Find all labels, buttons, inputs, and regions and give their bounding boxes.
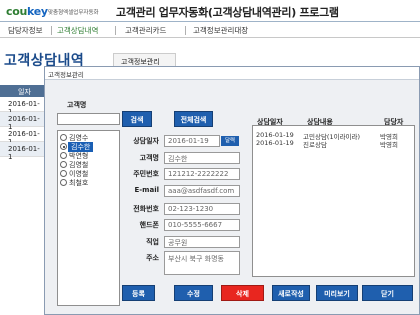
- search-button[interactable]: 검색: [122, 111, 152, 127]
- dialog-title: 고객정보관리: [48, 71, 84, 79]
- radio-button[interactable]: [60, 179, 67, 186]
- radio-button-selected[interactable]: [60, 143, 67, 150]
- register-button[interactable]: 등록: [122, 285, 155, 301]
- dialog-titlebar[interactable]: 고객정보관리: [45, 67, 419, 80]
- logo-tagline: 맞춤형엑셀업무자동화: [48, 10, 99, 16]
- new-write-button[interactable]: 새로작성: [272, 285, 310, 301]
- consult-date-label: 상담일자: [133, 137, 159, 145]
- customer-info-dialog: 고객정보관리 고객명 김영수 김수한 박연형 김영철 이영철 최철호 검색 전체…: [44, 66, 420, 315]
- nav-item-customer-ledger[interactable]: 고객정보관리대장: [193, 25, 248, 36]
- consult-history-grid[interactable]: 2016-01-19 고민상담(1이라이라) 박영희 2016-01-19 진로…: [252, 125, 415, 277]
- radio-button[interactable]: [60, 152, 67, 159]
- address-label: 주소: [146, 254, 159, 262]
- app-header: coukey 맞춤형엑셀업무자동화 고객관리 업무자동화(고객상담내역관리) 프…: [0, 0, 420, 22]
- preview-button[interactable]: 미리보기: [316, 285, 358, 301]
- nav-item-customer-card[interactable]: 고객관리카드: [125, 25, 166, 36]
- nav-bar: 담당자정보 고객상담내역 고객관리카드 고객정보관리대장: [0, 22, 420, 38]
- calendar-button[interactable]: 달력: [221, 136, 239, 146]
- radio-button[interactable]: [60, 161, 67, 168]
- delete-button[interactable]: 삭제: [221, 285, 264, 301]
- mobile-label: 핸드폰: [139, 221, 159, 229]
- nav-divider: [185, 26, 186, 35]
- email-label: E-mail: [134, 186, 159, 194]
- customer-name-label: 고객명: [139, 154, 159, 162]
- mobile-field[interactable]: 010-5555-6667: [164, 219, 240, 231]
- table-row[interactable]: 2016-01-1: [0, 97, 44, 116]
- address-field[interactable]: 부산시 북구 화명동: [164, 251, 240, 275]
- app-title: 고객관리 업무자동화(고객상담내역관리) 프로그램: [116, 6, 339, 19]
- history-cell-manager[interactable]: 박영희: [380, 139, 398, 149]
- coukey-logo: coukey: [6, 5, 48, 18]
- table-row[interactable]: 2016-01-1: [0, 127, 44, 146]
- history-cell-date[interactable]: 2016-01-19: [256, 139, 294, 147]
- customer-list-label: 고객명: [67, 101, 87, 109]
- all-search-button[interactable]: 전체검색: [174, 111, 213, 127]
- table-row[interactable]: 2016-01-1: [0, 112, 44, 131]
- customer-name-field[interactable]: 김수한: [164, 152, 240, 164]
- list-item[interactable]: 최철호: [60, 178, 118, 188]
- phone-field[interactable]: 02-123-1230: [164, 203, 240, 215]
- radio-button[interactable]: [60, 134, 67, 141]
- phone-label: 전화번호: [133, 205, 159, 213]
- email-field[interactable]: aaa@asdfasdf.com: [164, 185, 240, 197]
- nav-item-manager-info[interactable]: 담당자정보: [8, 25, 43, 36]
- job-field[interactable]: 공무원: [164, 236, 240, 248]
- history-cell-date[interactable]: 2016-01-19: [256, 131, 294, 139]
- resident-number-field[interactable]: 121212-2222222: [164, 168, 240, 180]
- job-label: 직업: [146, 238, 159, 246]
- radio-button[interactable]: [60, 170, 67, 177]
- customer-search-input[interactable]: [57, 113, 120, 125]
- customer-list[interactable]: 김영수 김수한 박연형 김영철 이영철 최철호: [57, 130, 120, 306]
- history-cell-content[interactable]: 진로상담: [303, 139, 327, 149]
- resident-number-label: 주민번호: [133, 170, 159, 178]
- close-button[interactable]: 닫기: [362, 285, 413, 301]
- edit-button[interactable]: 수정: [174, 285, 213, 301]
- consult-date-field[interactable]: 2016-01-19: [164, 135, 220, 147]
- table-row[interactable]: 2016-01-1: [0, 142, 44, 161]
- bg-table-header-date: 일자: [0, 85, 44, 97]
- nav-divider: [115, 26, 116, 35]
- nav-item-consult-history[interactable]: 고객상담내역: [57, 25, 98, 36]
- nav-divider: [51, 26, 52, 35]
